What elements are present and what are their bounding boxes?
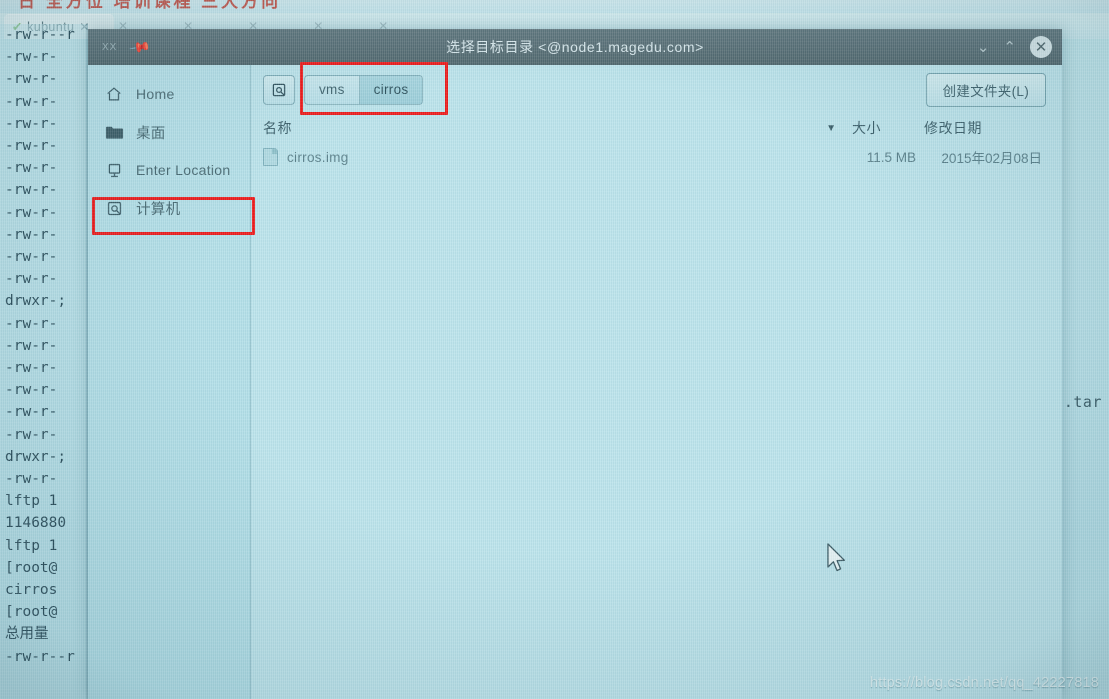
sidebar-item-label: Home: [136, 86, 175, 102]
tar-filename-fragment: .tar: [1063, 393, 1102, 411]
terminal-line: -rw-r-: [5, 337, 58, 354]
column-header-name[interactable]: 名称: [263, 118, 826, 138]
sidebar-item-desktop[interactable]: 桌面: [88, 113, 250, 151]
terminal-line: -rw-r-: [5, 160, 58, 177]
window-controls: ⌄ ⌃ ✕: [977, 29, 1052, 65]
screen-photo: 日 全方位 培训课程 三大方向 ✔ kubuntu ✕ ✕ ✕ ✕ ✕ ✕ -r…: [0, 0, 1109, 699]
computer-icon: [104, 198, 124, 218]
file-list-header: 名称 ▼ 大小 修改日期: [251, 114, 1062, 142]
terminal-line: -rw-r-: [5, 138, 58, 155]
terminal-line: 1146880: [5, 515, 67, 532]
terminal-line: -rw-r-: [5, 404, 58, 421]
terminal-line: -rw-r-: [5, 71, 58, 88]
terminal-line: [root@: [5, 604, 58, 621]
terminal-line: drwxr-;: [5, 293, 67, 310]
column-header-modified[interactable]: 修改日期: [924, 118, 1042, 138]
minimize-icon[interactable]: ⌄: [977, 40, 990, 55]
breadcrumb-group: vms cirros: [304, 74, 424, 105]
terminal-line: -rw-r-: [5, 93, 58, 110]
terminal-line: lftp 1: [5, 493, 58, 510]
sidebar-item-label: Enter Location: [136, 162, 231, 178]
sidebar-item-enter-location[interactable]: Enter Location: [88, 151, 250, 189]
terminal-line: cirros: [5, 582, 58, 599]
enter-location-icon: [104, 160, 124, 180]
terminal-line: -rw-r-: [5, 382, 58, 399]
close-icon[interactable]: ✕: [1030, 36, 1052, 58]
terminal-line: -rw-r-: [5, 115, 58, 132]
file-modified-cell: 2015年02月08日: [941, 151, 1042, 166]
terminal-line: -rw-r-: [5, 315, 58, 332]
sidebar-item-computer[interactable]: 计算机: [88, 189, 250, 227]
file-size-cell: 11.5 MB: [866, 149, 916, 165]
titlebar-mini-label: XX: [102, 41, 118, 53]
document-icon: [263, 148, 278, 166]
pin-icon[interactable]: 📌: [128, 35, 152, 59]
terminal-line: -rw-r-: [5, 271, 58, 288]
terminal-line: -rw-r--r: [5, 27, 75, 43]
terminal-line: -rw-r-: [5, 471, 58, 488]
breadcrumb-cirros[interactable]: cirros: [359, 75, 423, 104]
terminal-line: -rw-r-: [5, 49, 58, 66]
home-icon: [104, 84, 124, 104]
file-browser-pane: vms cirros 创建文件夹(L) 名称 ▼ 大小 修改日期 cirros.…: [251, 65, 1062, 699]
create-folder-button[interactable]: 创建文件夹(L): [925, 72, 1046, 107]
sort-arrow-icon[interactable]: ▼: [826, 123, 836, 134]
file-name-label: cirros.img: [287, 149, 349, 165]
places-sidebar: Home 桌面 Enter Location 计算机: [88, 65, 251, 699]
table-row[interactable]: cirros.img 11.5 MB 2015年02月08日: [251, 144, 1062, 170]
terminal-line: -rw-r-: [5, 204, 58, 221]
sidebar-item-label: 计算机: [136, 201, 181, 218]
breadcrumb-vms[interactable]: vms: [305, 75, 360, 104]
terminal-line: 总用量: [5, 626, 49, 643]
terminal-line: -rw-r--r: [5, 648, 75, 665]
pathbar-crumbs: vms cirros: [263, 74, 424, 105]
terminal-output-column[interactable]: -rw-r--r -rw-r- -rw-r- -rw-r- -rw-r- -rw-r- -r…: [0, 24, 86, 699]
top-banner-strip: 日 全方位 培训课程 三大方向: [0, 0, 1109, 13]
sidebar-item-label: 桌面: [136, 125, 166, 142]
terminal-line: lftp 1: [5, 537, 58, 554]
path-bar: vms cirros 创建文件夹(L): [251, 65, 1062, 114]
terminal-line: -rw-r-: [5, 226, 58, 243]
column-header-size[interactable]: 大小: [852, 118, 924, 138]
terminal-line: -rw-r-: [5, 360, 58, 377]
terminal-line: -rw-r-: [5, 426, 58, 443]
dialog-body: Home 桌面 Enter Location 计算机 vms cirros 创建…: [88, 65, 1062, 699]
file-name-cell: cirros.img: [263, 148, 844, 166]
file-chooser-dialog: XX 📌 选择目标目录 <@node1.magedu.com> ⌄ ⌃ ✕ Ho…: [88, 29, 1062, 699]
computer-root-icon[interactable]: [263, 74, 295, 105]
top-banner-text: 日 全方位 培训课程 三大方向: [18, 0, 282, 11]
sidebar-item-home[interactable]: Home: [88, 75, 250, 113]
terminal-line: drwxr-;: [5, 448, 67, 465]
csdn-watermark: https://blog.csdn.net/qq_42227818: [869, 675, 1099, 691]
file-list: cirros.img 11.5 MB 2015年02月08日: [251, 142, 1062, 170]
dialog-titlebar[interactable]: XX 📌 选择目标目录 <@node1.magedu.com> ⌄ ⌃ ✕: [88, 29, 1062, 65]
mouse-cursor: [826, 543, 848, 580]
folder-icon: [104, 122, 124, 142]
terminal-line: -rw-r-: [5, 182, 58, 199]
titlebar-left-controls: XX 📌: [88, 35, 258, 58]
terminal-line: [root@: [5, 559, 58, 576]
maximize-icon[interactable]: ⌃: [1003, 40, 1016, 55]
terminal-line: -rw-r-: [5, 249, 58, 266]
